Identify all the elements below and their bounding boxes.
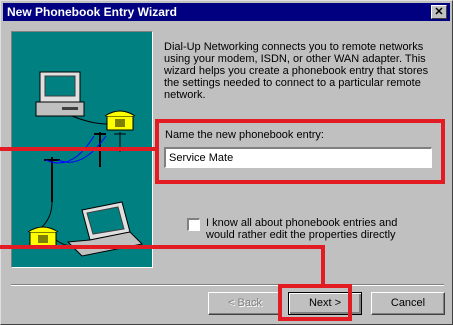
wizard-description: Dial-Up Networking connects you to remot… — [164, 41, 429, 101]
back-button[interactable]: < Back — [208, 292, 282, 315]
computer-icon — [35, 71, 85, 117]
edit-properties-label[interactable]: I know all about phonebook entries and w… — [206, 217, 406, 241]
close-icon: ✕ — [434, 6, 444, 18]
telephone-icon — [27, 226, 59, 247]
button-separator — [11, 284, 444, 286]
name-field-callout-line — [0, 147, 159, 151]
cancel-button[interactable]: Cancel — [371, 292, 445, 315]
close-button[interactable]: ✕ — [431, 5, 447, 19]
next-callout-line-vertical — [321, 245, 325, 287]
name-field-highlight — [155, 119, 445, 184]
utility-pole-icon — [44, 132, 126, 202]
edit-properties-checkbox[interactable] — [187, 218, 200, 231]
window-title: New Phonebook Entry Wizard — [7, 5, 177, 19]
next-callout-line-horizontal — [0, 245, 325, 249]
telephone-icon — [104, 110, 136, 131]
next-button-highlight — [278, 284, 352, 321]
title-bar[interactable]: New Phonebook Entry Wizard ✕ — [3, 3, 450, 21]
